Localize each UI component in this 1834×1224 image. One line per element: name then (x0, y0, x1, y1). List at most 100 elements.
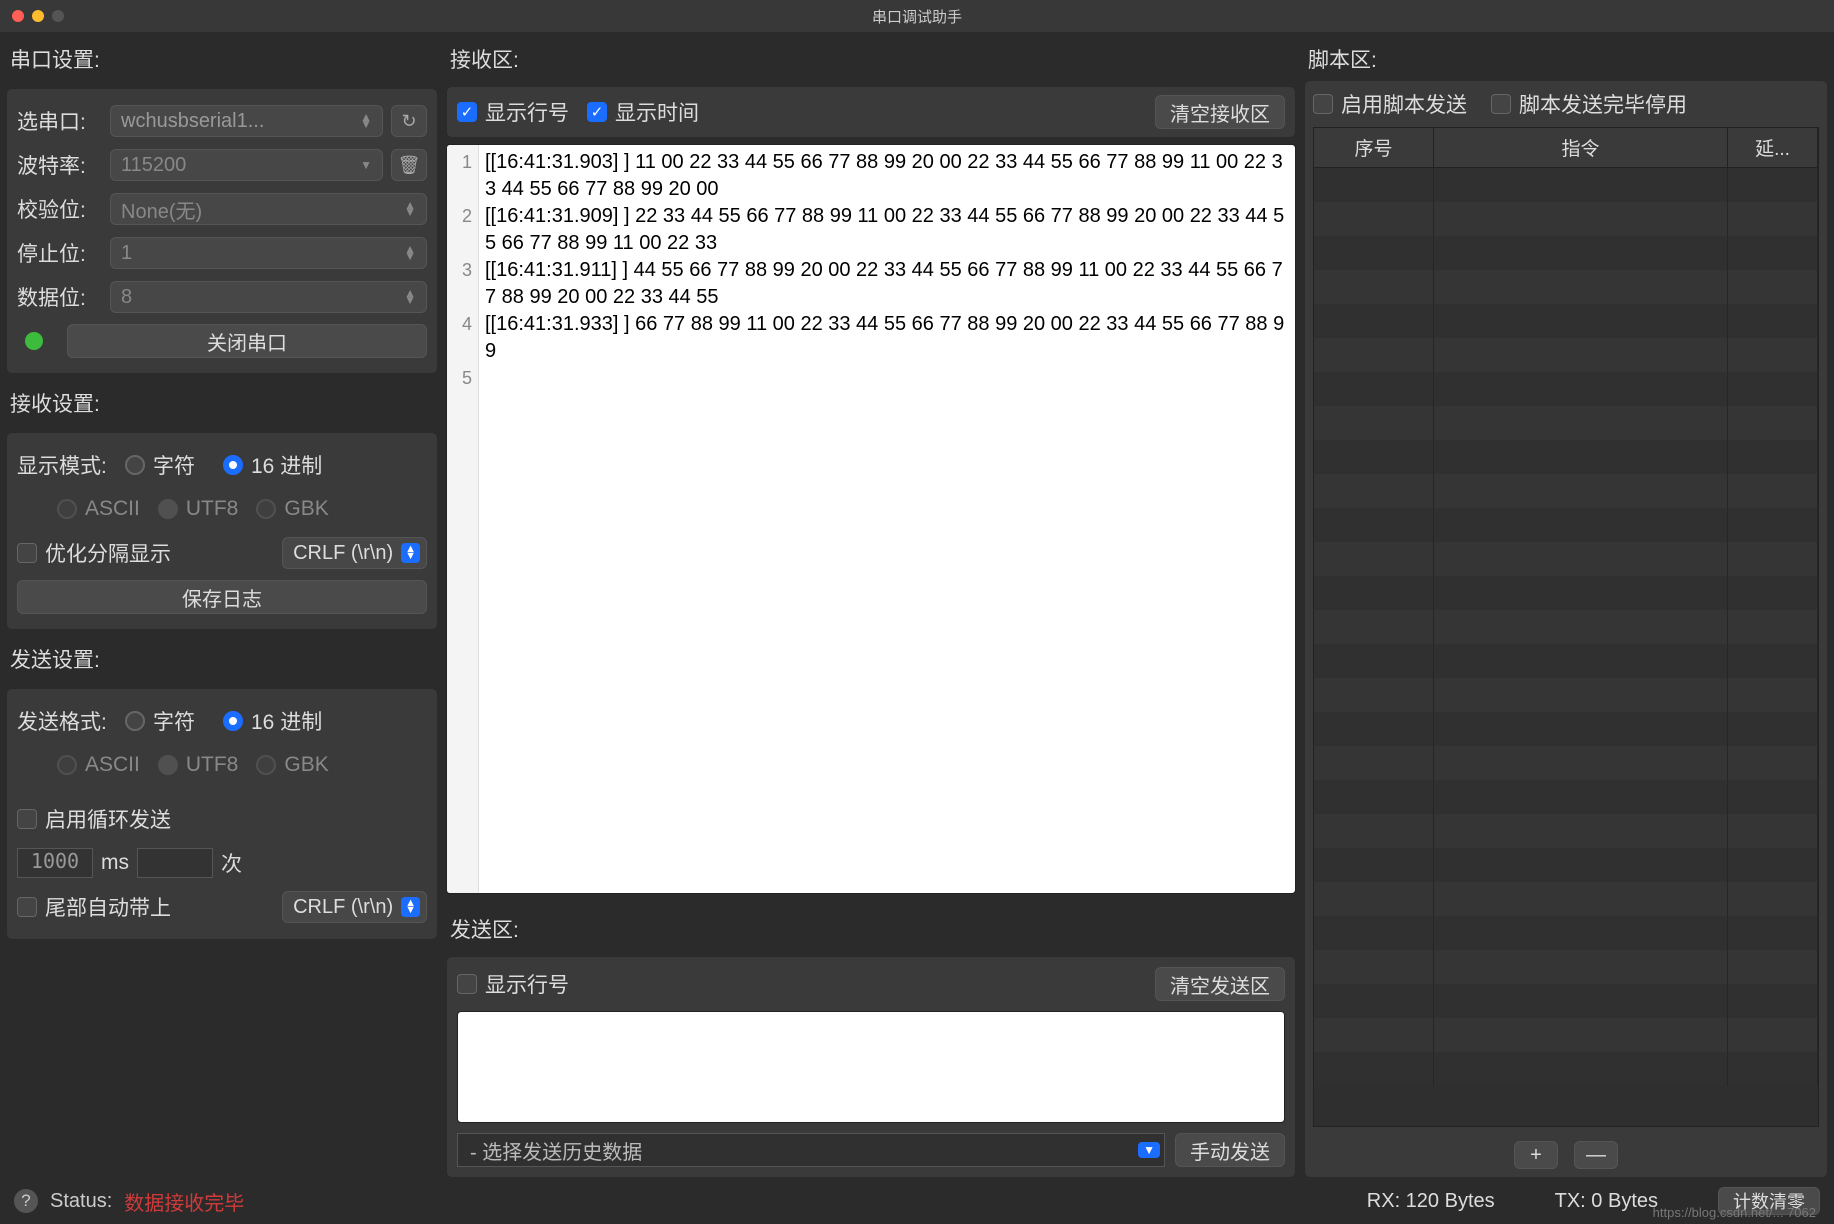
table-row[interactable] (1314, 1018, 1818, 1052)
display-mode-hex[interactable]: 16 进制 (223, 450, 322, 480)
line-ending-select[interactable]: CRLF (\r\n) ▲▼ (282, 537, 427, 569)
delete-button[interactable]: 🗑 (391, 149, 427, 181)
data-bits-select[interactable]: 8 ▲▼ (110, 281, 427, 313)
stop-label: 停止位: (17, 238, 102, 268)
table-row[interactable] (1314, 1052, 1818, 1086)
tail-ending-select[interactable]: CRLF (\r\n) ▲▼ (282, 891, 427, 923)
status-message: 数据接收完毕 (124, 1187, 244, 1216)
save-log-button[interactable]: 保存日志 (17, 580, 427, 614)
send-input[interactable] (457, 1011, 1285, 1123)
table-row[interactable] (1314, 270, 1818, 304)
table-row[interactable] (1314, 610, 1818, 644)
encoding-utf8[interactable]: UTF8 (158, 497, 239, 521)
chevron-down-icon: ▼ (1138, 1142, 1160, 1158)
send-format-char[interactable]: 字符 (125, 706, 195, 736)
table-row[interactable] (1314, 372, 1818, 406)
close-window-button[interactable] (12, 10, 24, 22)
baud-select[interactable]: 115200 ▼ (110, 149, 383, 181)
table-row[interactable] (1314, 916, 1818, 950)
col-cmd[interactable]: 指令 (1434, 128, 1728, 167)
table-row[interactable] (1314, 338, 1818, 372)
table-row[interactable] (1314, 644, 1818, 678)
updown-icon: ▲▼ (401, 543, 420, 563)
tail-auto-checkbox[interactable]: 尾部自动带上 (17, 892, 171, 922)
opt-split-checkbox[interactable]: 优化分隔显示 (17, 538, 171, 568)
line-gutter: 12345 (447, 145, 479, 893)
updown-icon: ▲▼ (401, 897, 420, 917)
encoding-gbk[interactable]: GBK (256, 497, 328, 521)
parity-select[interactable]: None(无) ▲▼ (110, 193, 427, 225)
updown-icon: ▲▼ (360, 114, 372, 128)
table-row[interactable] (1314, 678, 1818, 712)
send-format-label: 发送格式: (17, 706, 117, 736)
send-show-line-no-checkbox[interactable]: 显示行号 (457, 969, 569, 999)
minimize-window-button[interactable] (32, 10, 44, 22)
status-dot-icon (25, 332, 43, 350)
table-row[interactable] (1314, 304, 1818, 338)
manual-send-button[interactable]: 手动发送 (1175, 1133, 1285, 1167)
col-seq[interactable]: 序号 (1314, 128, 1434, 167)
stop-select[interactable]: 1 ▲▼ (110, 237, 427, 269)
port-select[interactable]: wchusbserial1... ▲▼ (110, 105, 383, 137)
status-bar: ? Status: 数据接收完毕 RX: 120 Bytes TX: 0 Byt… (0, 1184, 1834, 1218)
display-mode-char[interactable]: 字符 (125, 450, 195, 480)
send-encoding-ascii[interactable]: ASCII (57, 753, 140, 777)
table-row[interactable] (1314, 746, 1818, 780)
table-row[interactable] (1314, 168, 1818, 202)
send-settings-panel: 发送格式: 字符 16 进制 ASCII UTF8 GBK 启用循环发送 100… (6, 688, 438, 940)
table-row[interactable] (1314, 882, 1818, 916)
stop-on-done-checkbox[interactable]: 脚本发送完毕停用 (1491, 89, 1687, 119)
table-row[interactable] (1314, 508, 1818, 542)
table-row[interactable] (1314, 542, 1818, 576)
table-row[interactable] (1314, 950, 1818, 984)
col-delay[interactable]: 延... (1728, 128, 1818, 167)
table-row[interactable] (1314, 440, 1818, 474)
send-history-select[interactable]: - 选择发送历史数据 ▼ (457, 1133, 1165, 1167)
script-table[interactable]: 序号 指令 延... (1313, 127, 1819, 1127)
interval-ms-input[interactable]: 1000 (17, 848, 93, 878)
table-row[interactable] (1314, 236, 1818, 270)
table-row[interactable] (1314, 712, 1818, 746)
maximize-window-button (52, 10, 64, 22)
encoding-ascii[interactable]: ASCII (57, 497, 140, 521)
table-row[interactable] (1314, 576, 1818, 610)
clear-recv-button[interactable]: 清空接收区 (1155, 95, 1285, 129)
times-label: 次 (221, 848, 242, 878)
refresh-button[interactable]: ↻ (391, 105, 427, 137)
table-row[interactable] (1314, 848, 1818, 882)
table-header: 序号 指令 延... (1314, 128, 1818, 168)
baud-label: 波特率: (17, 150, 102, 180)
send-format-hex[interactable]: 16 进制 (223, 706, 322, 736)
table-row[interactable] (1314, 202, 1818, 236)
title-bar[interactable]: 串口调试助手 (0, 0, 1834, 32)
enable-loop-checkbox[interactable]: 启用循环发送 (17, 804, 171, 834)
table-row[interactable] (1314, 984, 1818, 1018)
send-area-label: 发送区: (446, 908, 1296, 950)
recv-editor[interactable]: 12345 [[16:41:31.903] ] 11 00 22 33 44 5… (446, 144, 1296, 894)
recv-text[interactable]: [[16:41:31.903] ] 11 00 22 33 44 55 66 7… (479, 145, 1295, 893)
show-line-no-checkbox[interactable]: ✓显示行号 (457, 97, 569, 127)
clear-send-button[interactable]: 清空发送区 (1155, 967, 1285, 1001)
add-row-button[interactable]: + (1514, 1141, 1558, 1169)
chevron-down-icon: ▼ (360, 162, 372, 169)
recv-settings-panel: 显示模式: 字符 16 进制 ASCII UTF8 GBK 优化分隔显示 CRL… (6, 432, 438, 630)
script-panel: 启用脚本发送 脚本发送完毕停用 序号 指令 延... (1304, 80, 1828, 1178)
show-time-checkbox[interactable]: ✓显示时间 (587, 97, 699, 127)
times-input[interactable] (137, 848, 213, 878)
select-port-label: 选串口: (17, 106, 102, 136)
table-row[interactable] (1314, 474, 1818, 508)
enable-script-checkbox[interactable]: 启用脚本发送 (1313, 89, 1467, 119)
status-label: Status: (50, 1190, 112, 1213)
table-row[interactable] (1314, 814, 1818, 848)
window-title: 串口调试助手 (872, 6, 962, 27)
recv-toolbar: ✓显示行号 ✓显示时间 清空接收区 (446, 86, 1296, 138)
display-mode-label: 显示模式: (17, 450, 117, 480)
send-encoding-utf8[interactable]: UTF8 (158, 753, 239, 777)
close-port-button[interactable]: 关闭串口 (67, 324, 427, 358)
help-button[interactable]: ? (14, 1189, 38, 1213)
table-row[interactable] (1314, 406, 1818, 440)
remove-row-button[interactable]: — (1574, 1141, 1618, 1169)
table-row[interactable] (1314, 780, 1818, 814)
ms-label: ms (101, 851, 129, 875)
send-encoding-gbk[interactable]: GBK (256, 753, 328, 777)
